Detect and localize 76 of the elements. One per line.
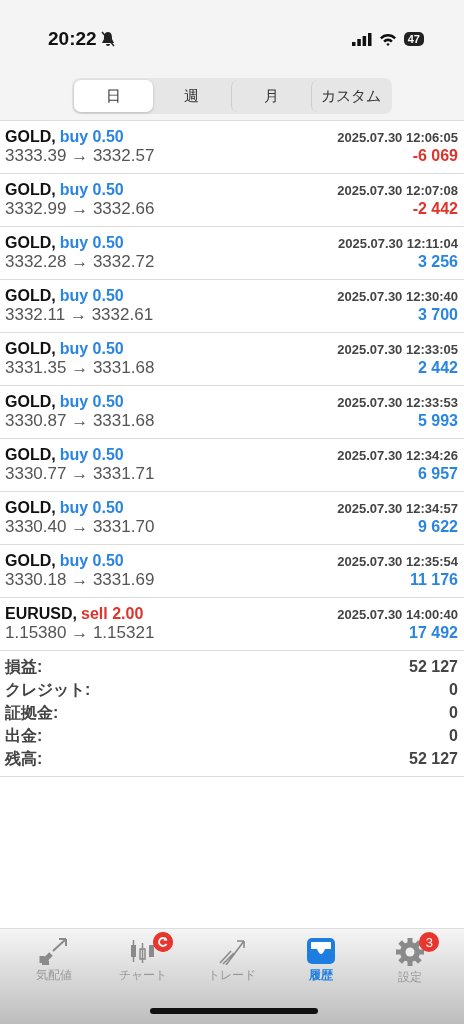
trade-time: 2025.07.30 12:07:08	[337, 183, 458, 198]
trade-profit: 3 256	[417, 253, 458, 271]
summary-label: クレジット:	[5, 680, 91, 700]
trade-time: 2025.07.30 12:35:54	[337, 554, 458, 569]
trade-profit: 11 176	[409, 571, 458, 589]
summary-value: 0	[449, 680, 458, 700]
trade-profit: 3 700	[417, 306, 458, 324]
trade-side: buy 0.50	[59, 446, 124, 463]
trade-prices: 3332.11 → 3332.61	[5, 305, 154, 325]
inbox-icon	[305, 937, 336, 965]
trade-symbol: GOLD,	[5, 499, 56, 516]
trade-prices: 3332.99 → 3332.66	[5, 199, 155, 219]
trade-profit: 9 622	[417, 518, 458, 536]
muted-bell-icon	[100, 31, 115, 47]
trade-time: 2025.07.30 12:11:04	[338, 236, 458, 251]
trade-profit: 17 492	[409, 624, 458, 642]
summary-value: 0	[449, 703, 458, 723]
signal-icon	[351, 32, 372, 46]
trade-symbol: GOLD,	[5, 340, 56, 357]
battery-level: 47	[403, 32, 424, 46]
trade-profit: 6 957	[417, 465, 458, 483]
trend-arrow-icon	[217, 937, 247, 965]
trade-symbol: EURUSD,	[5, 605, 77, 622]
summary-value: 52 127	[409, 657, 458, 677]
trade-time: 2025.07.30 12:30:40	[337, 289, 458, 304]
trade-profit: -6 069	[412, 147, 458, 165]
summary-label: 残高:	[5, 749, 43, 769]
trade-prices: 3330.77 → 3331.71	[5, 464, 155, 484]
wifi-icon	[378, 32, 397, 46]
trade-side: buy 0.50	[59, 181, 124, 198]
trade-side: buy 0.50	[59, 340, 124, 357]
trade-prices: 3331.35 → 3331.68	[5, 358, 155, 378]
period-tab[interactable]: 月	[231, 80, 311, 112]
trade-side: buy 0.50	[59, 393, 124, 410]
trade-time: 2025.07.30 12:33:05	[337, 342, 458, 357]
trade-profit: 5 993	[417, 412, 458, 430]
trade-symbol: GOLD,	[5, 234, 56, 251]
period-tab[interactable]: 週	[152, 80, 231, 112]
trade-prices: 1.15380 → 1.15321	[5, 623, 155, 643]
nav-tab[interactable]: 履歴	[276, 929, 366, 989]
trade-side: buy 0.50	[59, 552, 124, 569]
gear-icon	[394, 937, 425, 967]
period-tab[interactable]: カスタム	[310, 80, 390, 112]
trade-time: 2025.07.30 12:34:57	[337, 501, 458, 516]
trade-prices: 3330.87 → 3331.68	[5, 411, 155, 431]
trade-time: 2025.07.30 12:34:26	[337, 448, 458, 463]
arrows-icon	[39, 937, 70, 965]
trade-prices: 3332.28 → 3332.72	[5, 252, 155, 272]
trade-side: buy 0.50	[59, 499, 124, 516]
summary-label: 損益:	[5, 657, 43, 677]
trade-side: sell 2.00	[81, 605, 144, 622]
trade-side: buy 0.50	[59, 287, 124, 304]
nav-tab[interactable]: 気配値	[10, 929, 99, 989]
trade-symbol: GOLD,	[5, 287, 56, 304]
trade-prices: 3333.39 → 3332.57	[5, 146, 155, 166]
notification-badge: 3	[419, 932, 440, 952]
trade-side: buy 0.50	[59, 234, 124, 251]
trade-profit: 2 442	[417, 359, 458, 377]
trade-time: 2025.07.30 14:00:40	[337, 607, 458, 622]
trade-prices: 3330.40 → 3331.70	[5, 517, 155, 537]
trade-profit: -2 442	[412, 200, 458, 218]
status-time: 20:22	[48, 28, 97, 50]
summary-label: 証拠金:	[5, 703, 59, 723]
trade-symbol: GOLD,	[5, 181, 56, 198]
trade-prices: 3330.18 → 3331.69	[5, 570, 155, 590]
trade-symbol: GOLD,	[5, 552, 56, 569]
trade-symbol: GOLD,	[5, 446, 56, 463]
summary-value: 0	[449, 726, 458, 746]
summary-label: 出金:	[5, 726, 43, 746]
trade-side: buy 0.50	[59, 128, 124, 145]
period-tab[interactable]: 日	[74, 80, 153, 112]
trade-symbol: GOLD,	[5, 128, 56, 145]
trade-symbol: GOLD,	[5, 393, 56, 410]
trade-time: 2025.07.30 12:33:53	[337, 395, 458, 410]
trade-time: 2025.07.30 12:06:05	[337, 130, 458, 145]
summary-value: 52 127	[409, 749, 458, 769]
